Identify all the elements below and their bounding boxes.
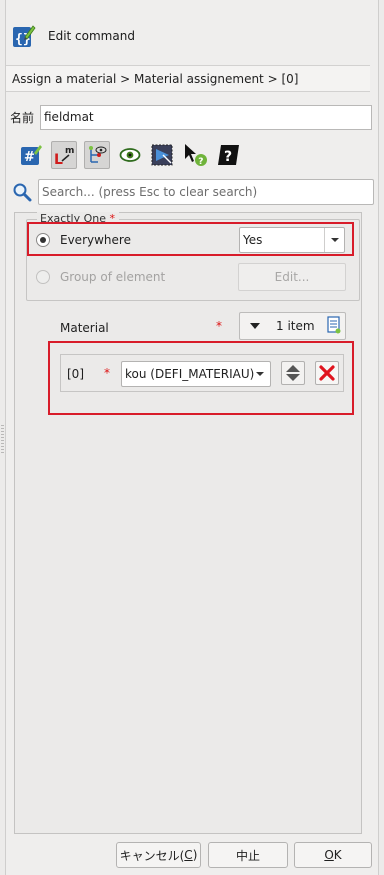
show-parents-icon[interactable] — [84, 141, 110, 169]
splitter-grip[interactable] — [1, 425, 4, 455]
panel-title: Edit command — [48, 29, 135, 43]
ok-label-rest: K — [333, 848, 342, 862]
search-row: Search... (press Esc to clear search) — [12, 178, 374, 205]
highlight-material-item — [48, 341, 354, 415]
abort-button[interactable]: 中止 — [208, 842, 288, 868]
svg-text:L: L — [54, 152, 63, 166]
name-label: 名前 — [10, 110, 35, 125]
cancel-mnemonic: C — [184, 848, 193, 862]
eye-view-icon[interactable] — [117, 141, 143, 169]
help-book-icon[interactable]: ? — [216, 141, 242, 169]
list-add-icon — [326, 315, 341, 337]
cancel-label-prefix: キャンセル( — [119, 848, 185, 863]
radio-button[interactable] — [36, 270, 50, 284]
material-label: Material — [60, 321, 109, 335]
ok-mnemonic: O — [324, 848, 334, 862]
edit-command-icon: {} — [12, 23, 36, 49]
toolbar: # L m ? ? — [18, 140, 249, 170]
name-input[interactable]: fieldmat — [40, 104, 372, 130]
highlight-everywhere — [27, 222, 354, 256]
radio-group-of-element[interactable]: Group of element — [36, 270, 165, 284]
svg-text:m: m — [65, 146, 74, 156]
whats-this-cursor-icon[interactable]: ? — [183, 141, 209, 169]
svg-text:?: ? — [198, 157, 203, 167]
panel-header: {} Edit command — [12, 22, 135, 50]
magnifier-icon — [12, 182, 32, 202]
svg-text:?: ? — [224, 149, 232, 165]
command-form-area — [14, 212, 362, 834]
material-count-label: 1 item — [276, 319, 315, 333]
radio-label-group-of-element: Group of element — [60, 270, 166, 284]
cancel-button[interactable]: キャンセル(C) — [116, 842, 201, 868]
svg-text:#: # — [24, 150, 35, 165]
hash-comment-icon[interactable]: # — [18, 141, 44, 169]
cancel-label-suffix: ) — [192, 848, 198, 862]
show-main-keywords-icon[interactable]: L m — [51, 141, 77, 169]
search-input[interactable]: Search... (press Esc to clear search) — [38, 178, 374, 205]
ok-button[interactable]: OK — [294, 842, 372, 868]
material-count-button[interactable]: 1 item — [239, 312, 346, 340]
triangle-down-icon — [250, 319, 260, 333]
name-row: 名前 fieldmat — [10, 104, 372, 130]
material-required-marker: * — [216, 319, 222, 333]
show-selection-icon[interactable] — [150, 141, 176, 169]
breadcrumb[interactable]: Assign a material > Material assignement… — [6, 65, 370, 92]
edit-group-button[interactable]: Edit... — [238, 263, 346, 291]
